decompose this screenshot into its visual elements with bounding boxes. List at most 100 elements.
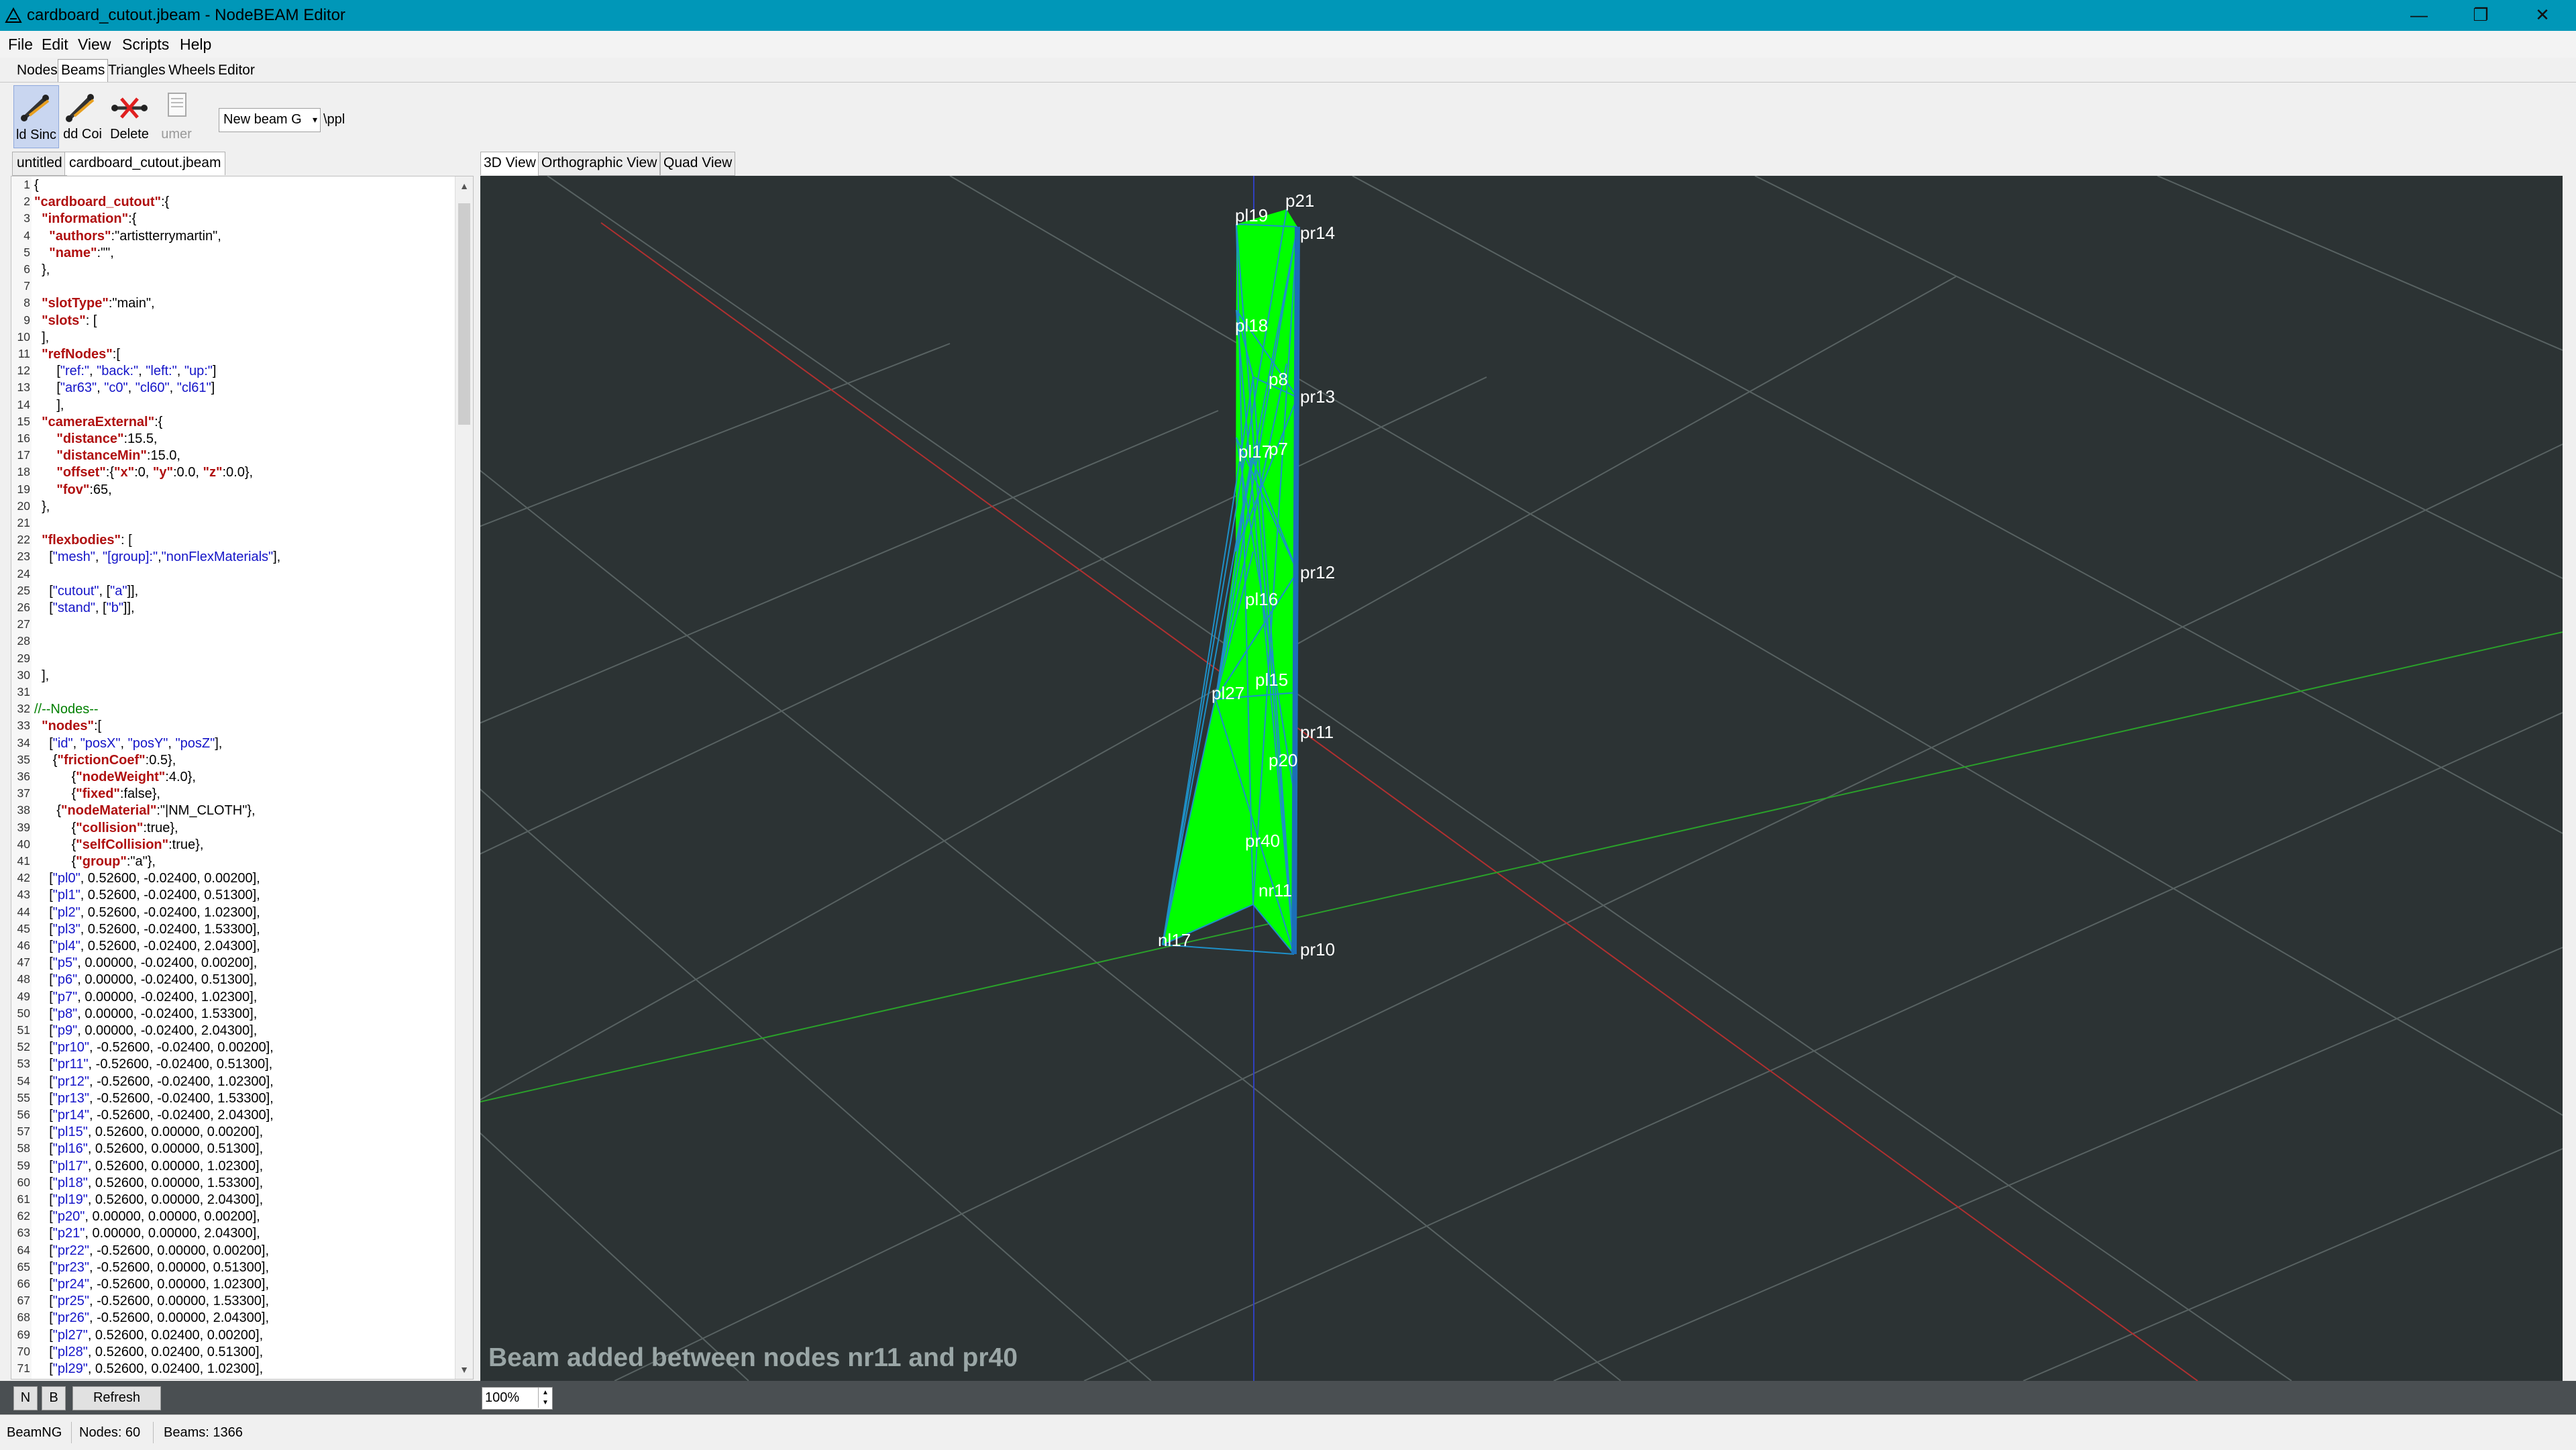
- node-label[interactable]: p21: [1285, 191, 1314, 211]
- code-line[interactable]: ["pr14", -0.52600, -0.02400, 2.04300],: [34, 1108, 273, 1123]
- code-line[interactable]: {"nodeWeight":4.0},: [34, 770, 196, 785]
- node-label[interactable]: pr11: [1300, 722, 1334, 742]
- code-line[interactable]: ["p21", 0.00000, 0.00000, 2.04300],: [34, 1226, 260, 1241]
- tab-triangles[interactable]: Triangles: [105, 59, 169, 83]
- menu-file[interactable]: File: [4, 31, 37, 58]
- node-label[interactable]: p8: [1269, 369, 1288, 389]
- code-line[interactable]: {"collision":true},: [34, 821, 178, 836]
- node-label[interactable]: nl17: [1158, 930, 1191, 950]
- code-line[interactable]: "distance":15.5,: [34, 431, 157, 447]
- code-line[interactable]: ["mesh", "[group]:","nonFlexMaterials"],: [34, 550, 280, 565]
- node-label[interactable]: pr13: [1300, 386, 1335, 407]
- code-line[interactable]: ["pr22", -0.52600, 0.00000, 0.00200],: [34, 1243, 269, 1259]
- code-line[interactable]: ["pl0", 0.52600, -0.02400, 0.00200],: [34, 871, 260, 886]
- code-line[interactable]: ["pl15", 0.52600, 0.00000, 0.00200],: [34, 1125, 263, 1140]
- minimize-button[interactable]: —: [2388, 0, 2450, 31]
- menu-help[interactable]: Help: [176, 31, 215, 58]
- code-line[interactable]: "slots": [: [34, 313, 97, 329]
- code-line[interactable]: "information":{: [34, 211, 136, 227]
- node-label[interactable]: pr40: [1245, 831, 1280, 851]
- code-line[interactable]: ["cutout", ["a"]],: [34, 584, 138, 599]
- delete-beam-button[interactable]: Delete: [107, 85, 152, 147]
- tab-cardboard-cutout[interactable]: cardboard_cutout.jbeam: [64, 152, 226, 175]
- tab-orthographic-view[interactable]: Orthographic View: [538, 152, 661, 176]
- n-button[interactable]: N: [13, 1386, 38, 1410]
- code-line[interactable]: ["pr13", -0.52600, -0.02400, 1.53300],: [34, 1091, 273, 1106]
- b-button[interactable]: B: [42, 1386, 66, 1410]
- code-line[interactable]: "refNodes":[: [34, 347, 120, 362]
- menu-edit[interactable]: Edit: [38, 31, 72, 58]
- code-line[interactable]: ],: [34, 330, 49, 346]
- node-label[interactable]: p7: [1269, 439, 1288, 459]
- code-line[interactable]: {: [34, 178, 39, 193]
- document-button[interactable]: umer: [154, 85, 199, 147]
- code-line[interactable]: },: [34, 499, 50, 515]
- tab-editor[interactable]: Editor: [215, 59, 258, 83]
- code-line[interactable]: ["pl4", 0.52600, -0.02400, 2.04300],: [34, 939, 260, 954]
- code-line[interactable]: "distanceMin":15.0,: [34, 448, 180, 464]
- code-line[interactable]: "authors":"artistterrymartin",: [34, 229, 221, 244]
- code-line[interactable]: //--Nodes--: [34, 702, 99, 717]
- node-label[interactable]: pl27: [1212, 683, 1244, 703]
- zoom-spinbox[interactable]: 100% ▲ ▼: [482, 1387, 553, 1410]
- node-label[interactable]: pr10: [1300, 939, 1335, 960]
- code-line[interactable]: ["pl29", 0.52600, 0.02400, 1.02300],: [34, 1361, 263, 1377]
- code-line[interactable]: ["p7", 0.00000, -0.02400, 1.02300],: [34, 990, 257, 1005]
- code-line[interactable]: ],: [34, 398, 64, 413]
- code-line[interactable]: {"frictionCoef":0.5},: [34, 753, 176, 768]
- code-line[interactable]: ["stand", ["b"]],: [34, 601, 134, 616]
- node-label[interactable]: pl17: [1238, 442, 1271, 462]
- code-line[interactable]: ["pr23", -0.52600, 0.00000, 0.51300],: [34, 1260, 269, 1276]
- spin-arrows-icon[interactable]: ▲ ▼: [538, 1388, 552, 1408]
- node-label[interactable]: pl18: [1235, 315, 1268, 335]
- code-line[interactable]: ["p20", 0.00000, 0.00000, 0.00200],: [34, 1209, 260, 1225]
- code-line[interactable]: "cardboard_cutout":{: [34, 195, 169, 210]
- node-label[interactable]: pl19: [1235, 205, 1268, 225]
- code-line[interactable]: "flexbodies": [: [34, 533, 132, 548]
- node-label[interactable]: pl16: [1245, 589, 1278, 609]
- code-line[interactable]: ["p6", 0.00000, -0.02400, 0.51300],: [34, 972, 257, 988]
- code-line[interactable]: {"group":"a"},: [34, 854, 156, 870]
- code-line[interactable]: ["pr11", -0.52600, -0.02400, 0.51300],: [34, 1057, 272, 1072]
- menu-scripts[interactable]: Scripts: [118, 31, 173, 58]
- code-line[interactable]: ["pl2", 0.52600, -0.02400, 1.02300],: [34, 905, 260, 921]
- tab-untitled[interactable]: untitled: [12, 152, 67, 176]
- close-button[interactable]: ✕: [2512, 0, 2573, 31]
- node-label[interactable]: pr12: [1300, 562, 1335, 582]
- tab-beams[interactable]: Beams: [58, 59, 109, 83]
- code-line[interactable]: "fov":65,: [34, 482, 111, 498]
- code-line[interactable]: ["ref:", "back:", "left:", "up:"]: [34, 364, 216, 379]
- node-label[interactable]: nr11: [1258, 880, 1292, 900]
- code-line[interactable]: ["p8", 0.00000, -0.02400, 1.53300],: [34, 1006, 257, 1022]
- code-line[interactable]: ],: [34, 668, 49, 684]
- code-line[interactable]: ["pl1", 0.52600, -0.02400, 0.51300],: [34, 888, 260, 903]
- add-continuous-beam-button[interactable]: dd Coi: [60, 85, 105, 147]
- add-single-beam-button[interactable]: ld Sinc: [13, 85, 59, 148]
- code-line[interactable]: ["p9", 0.00000, -0.02400, 2.04300],: [34, 1023, 257, 1039]
- beam-type-select[interactable]: New beam G ▾: [219, 108, 321, 132]
- code-line[interactable]: },: [34, 262, 50, 278]
- code-line[interactable]: "slotType":"main",: [34, 296, 154, 311]
- code-line[interactable]: ["pr25", -0.52600, 0.00000, 1.53300],: [34, 1294, 269, 1309]
- scroll-down-icon[interactable]: ▼: [455, 1360, 473, 1379]
- code-line[interactable]: ["pl28", 0.52600, 0.02400, 0.51300],: [34, 1345, 263, 1360]
- scroll-up-icon[interactable]: ▲: [455, 176, 473, 195]
- code-line[interactable]: "name":"",: [34, 246, 114, 261]
- restore-button[interactable]: ❐: [2450, 0, 2512, 31]
- code-line[interactable]: ["pr26", -0.52600, 0.00000, 2.04300],: [34, 1310, 269, 1326]
- tab-wheels[interactable]: Wheels: [165, 59, 219, 83]
- menu-view[interactable]: View: [74, 31, 115, 58]
- tab-quad-view[interactable]: Quad View: [660, 152, 736, 176]
- code-line[interactable]: ["pl3", 0.52600, -0.02400, 1.53300],: [34, 922, 260, 937]
- code-line[interactable]: ["pr12", -0.52600, -0.02400, 1.02300],: [34, 1074, 273, 1090]
- tab-nodes[interactable]: Nodes: [13, 59, 61, 83]
- code-line[interactable]: ["pl16", 0.52600, 0.00000, 0.51300],: [34, 1141, 263, 1157]
- code-line[interactable]: ["pl18", 0.52600, 0.00000, 1.53300],: [34, 1176, 263, 1191]
- code-line[interactable]: ["ar63", "c0", "cl60", "cl61"]: [34, 380, 215, 396]
- scrollbar-thumb[interactable]: [458, 203, 470, 425]
- code-line[interactable]: "offset":{"x":0, "y":0.0, "z":0.0},: [34, 465, 253, 480]
- apply-button[interactable]: \ppl: [323, 108, 354, 131]
- code-line[interactable]: ["pl17", 0.52600, 0.00000, 1.02300],: [34, 1159, 263, 1174]
- code-line[interactable]: ["pr24", -0.52600, 0.00000, 1.02300],: [34, 1277, 269, 1292]
- code-line[interactable]: {"fixed":false},: [34, 786, 160, 802]
